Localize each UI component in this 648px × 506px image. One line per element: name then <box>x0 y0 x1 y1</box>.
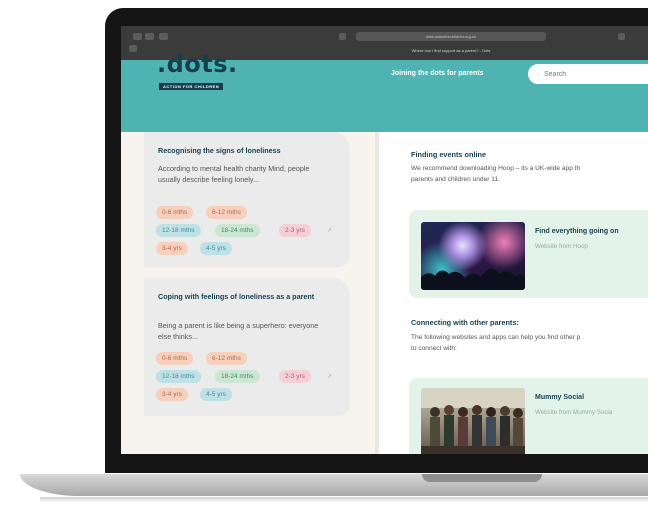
site-tagline: Joining the dots for parents <box>391 70 484 77</box>
section-heading: Connecting with other parents: <box>411 318 519 327</box>
card-description: According to mental health charity Mind,… <box>158 164 310 184</box>
tab-title[interactable]: Where can I find support as a parent? - … <box>356 46 546 55</box>
age-tag[interactable]: 4-5 yrs <box>200 242 232 255</box>
age-tag[interactable]: 6-12 mths <box>206 352 247 365</box>
search-input[interactable] <box>528 64 648 84</box>
resource-card-hoop[interactable]: Find everything going on Website from Ho… <box>409 210 648 298</box>
resource-source: Website from Hoop <box>535 243 588 250</box>
laptop-screen: dots.actionforchildren.org.uk Where can … <box>121 26 648 454</box>
age-tag[interactable]: 18-24 mths <box>215 370 260 383</box>
age-tag[interactable]: 0-6 mths <box>156 352 194 365</box>
age-tag[interactable]: 18-24 mths <box>215 224 260 237</box>
card-description: Being a parent is like being a superhero… <box>158 321 319 341</box>
age-tag[interactable]: 0-6 mths <box>156 206 194 219</box>
group-silhouette <box>421 388 525 454</box>
section-text: The following websites and apps can help… <box>411 334 581 341</box>
age-tag[interactable]: 12-18 mths <box>156 370 201 383</box>
age-tag[interactable]: 6-12 mths <box>206 206 247 219</box>
card-title[interactable]: Coping with feelings of loneliness as a … <box>158 292 328 302</box>
dots-logo[interactable]: .dots. <box>157 50 238 78</box>
forward-icon[interactable] <box>145 33 154 40</box>
grid-icon[interactable] <box>129 45 137 52</box>
section-heading: Finding events online <box>411 150 486 159</box>
resource-title[interactable]: Find everything going on <box>535 228 619 235</box>
sidebar-icon[interactable] <box>159 33 168 40</box>
age-tag[interactable]: 12-18 mths <box>156 224 201 237</box>
laptop-base-notch <box>422 474 542 482</box>
event-photo <box>421 222 525 290</box>
resource-title[interactable]: Mummy Social <box>535 394 584 401</box>
reader-icon[interactable] <box>339 33 346 40</box>
age-tag[interactable]: 2-3 yrs <box>279 370 311 383</box>
resource-card-mummy-social[interactable]: Mummy Social Website from Mummy Socia <box>409 378 648 454</box>
section-text: parents and children under 11. <box>411 176 500 183</box>
logo-subtitle: ACTION FOR CHILDREN <box>159 83 224 90</box>
group-photo <box>421 388 525 454</box>
age-tag[interactable]: 3-4 yrs <box>156 388 188 401</box>
age-tag[interactable]: 4-5 yrs <box>200 388 232 401</box>
back-icon[interactable] <box>133 33 142 40</box>
article-list: Recognising the signs of loneliness Acco… <box>121 132 375 454</box>
article-content: Finding events online We recommend downl… <box>379 132 648 454</box>
section-text: We recommend downloading Hoop – its a UK… <box>411 165 581 172</box>
resource-source: Website from Mummy Socia <box>535 409 613 416</box>
laptop-base <box>20 474 648 496</box>
article-card[interactable]: Coping with feelings of loneliness as a … <box>144 278 350 416</box>
reload-icon[interactable] <box>618 33 625 40</box>
external-link-icon[interactable]: ↗ <box>327 373 332 380</box>
address-bar[interactable]: dots.actionforchildren.org.uk <box>356 32 546 41</box>
laptop-shadow <box>40 497 648 503</box>
article-card[interactable]: Recognising the signs of loneliness Acco… <box>144 132 350 267</box>
section-text: to connect with: <box>411 345 457 352</box>
age-tag[interactable]: 2-3 yrs <box>279 224 311 237</box>
external-link-icon[interactable]: ↗ <box>327 227 332 234</box>
card-title[interactable]: Recognising the signs of loneliness <box>158 146 328 156</box>
age-tag[interactable]: 3-4 yrs <box>156 242 188 255</box>
crowd-silhouette <box>421 268 525 290</box>
